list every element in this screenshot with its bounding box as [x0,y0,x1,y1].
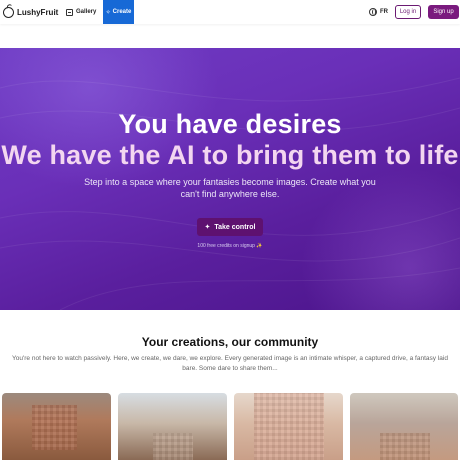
take-control-button[interactable]: ✦ Take control [197,218,263,236]
globe-icon [369,8,377,16]
create-icon: ✧ [105,9,111,16]
community-description: You're not here to watch passively. Here… [12,355,448,372]
nav-create-button[interactable]: ✧ Create [103,0,134,24]
community-gallery [0,393,460,460]
blurred-image-region [254,393,324,460]
logo-icon [3,6,14,18]
hero-subtitle: Step into a space where your fantasies b… [84,177,376,199]
blurred-image-region [153,433,193,460]
login-button[interactable]: Log in [395,5,421,19]
gallery-card[interactable] [118,393,227,460]
free-credits-note: 100 free credits on signup ✨ [197,243,263,249]
nav-gallery-label: Gallery [76,9,97,15]
sparkles-icon: ✦ [204,224,211,231]
signup-button[interactable]: Sign up [428,5,459,19]
blurred-image-region [32,405,77,450]
gallery-card[interactable] [350,393,458,460]
brand-name: LushyFruit [17,7,59,17]
hero-title-line1: You have desires [118,109,342,139]
hero-title-line2: We have the AI to bring them to life [1,140,459,170]
gallery-card[interactable] [234,393,343,460]
gallery-icon [66,8,73,16]
community-title: Your creations, our community [141,335,319,349]
blurred-image-region [380,433,430,460]
language-label: FR [380,9,388,15]
nav-gallery-link[interactable]: Gallery [66,4,96,20]
top-navbar: LushyFruit Gallery ✧ Create FR Log in Si… [0,0,460,24]
hero-section: You have desires We have the AI to bring… [0,48,460,310]
nav-create-label: Create [112,9,132,15]
take-control-label: Take control [214,223,256,231]
language-switch[interactable]: FR [369,7,388,17]
gallery-card[interactable] [2,393,111,460]
brand-link[interactable]: LushyFruit [3,4,58,20]
